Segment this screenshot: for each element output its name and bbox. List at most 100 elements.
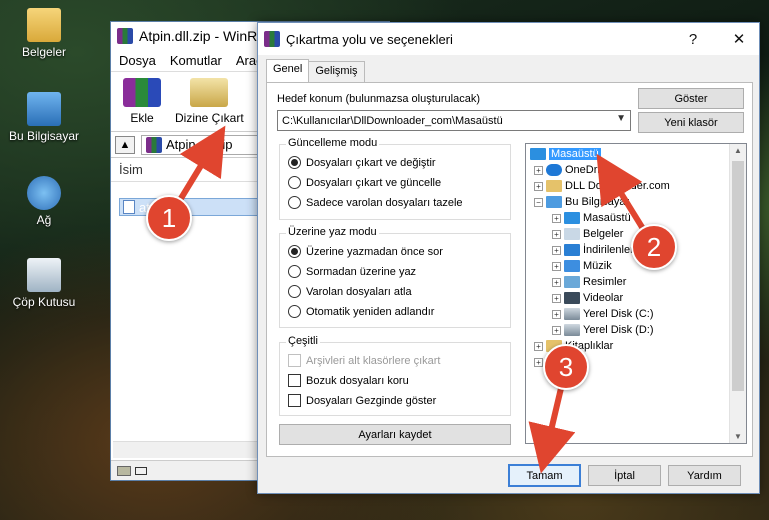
tree-node-videos[interactable]: + Videolar [552, 290, 623, 306]
tree-node-label: Videolar [583, 292, 624, 304]
tree-node-drive-d[interactable]: + Yerel Disk (D:) [552, 322, 654, 338]
scroll-up-icon[interactable]: ▲ [730, 146, 746, 155]
tab-advanced[interactable]: Gelişmiş [308, 61, 365, 82]
tab-general[interactable]: Genel [266, 59, 310, 82]
ok-button[interactable]: Tamam [508, 464, 581, 487]
tree-node-label: Bu Bilgisayar [565, 196, 630, 208]
scroll-down-icon[interactable]: ▼ [730, 432, 746, 441]
cancel-button[interactable]: İptal [588, 465, 661, 486]
radio-auto-rename[interactable]: Otomatik yeniden adlandır [288, 305, 434, 318]
expand-icon[interactable]: + [552, 293, 561, 303]
extract-folder-icon [190, 78, 229, 107]
extract-to-button[interactable]: Dizine Çıkart [171, 78, 248, 125]
tree-node-label: Resimler [583, 276, 627, 288]
tree-node-this-pc[interactable]: − Bu Bilgisayar [534, 194, 629, 210]
radio-overwrite-without-prompt[interactable]: Sormadan üzerine yaz [288, 265, 416, 278]
save-settings-button[interactable]: Ayarları kaydet [279, 424, 511, 445]
tree-node-downloads[interactable]: + İndirilenler [552, 242, 634, 258]
help-caption-button[interactable]: ? [673, 23, 713, 55]
tree-node-pc-desktop[interactable]: + Masaüstü [552, 210, 631, 226]
expand-icon[interactable]: + [552, 229, 561, 239]
tree-node-label: Müzik [583, 260, 612, 272]
chevron-down-icon[interactable]: ▼ [616, 113, 626, 124]
expand-icon[interactable]: + [552, 309, 561, 319]
radio-ask-before-overwrite[interactable]: Üzerine yazmadan önce sor [288, 245, 443, 258]
extract-to-label: Dizine Çıkart [175, 111, 244, 125]
destination-path-combo[interactable]: C:\Kullanıcılar\DllDownloader_com\Masaüs… [277, 110, 631, 131]
folder-tree[interactable]: Masaüstü + OneDrive + DLL Downloader.com… [525, 143, 747, 444]
dll-file-icon [123, 200, 135, 214]
tab-bar: Genel Gelişmiş [266, 59, 365, 82]
checkbox[interactable] [288, 374, 301, 387]
expand-icon[interactable]: + [534, 165, 543, 175]
radio-button[interactable] [288, 156, 301, 169]
add-button[interactable]: Ekle [119, 78, 165, 125]
tree-node-onedrive[interactable]: + OneDrive [534, 162, 611, 178]
path-text: Atpin.dll.zip [166, 137, 233, 152]
tree-node-music[interactable]: + Müzik [552, 258, 612, 274]
tree-vertical-scrollbar[interactable]: ▲ ▼ [729, 144, 746, 443]
step-2-badge: 2 [631, 224, 677, 270]
desktop-icon-label: Belgeler [21, 45, 67, 59]
radio-extract-update[interactable]: Dosyaları çıkart ve güncelle [288, 176, 441, 189]
tree-node-label: Belgeler [583, 228, 624, 240]
radio-button[interactable] [288, 196, 301, 209]
expand-icon[interactable]: + [534, 357, 543, 367]
step-3-badge: 3 [543, 344, 589, 390]
radio-button[interactable] [288, 285, 301, 298]
radio-button[interactable] [288, 176, 301, 189]
checkbox[interactable] [288, 394, 301, 407]
tree-node-user[interactable]: + DLL Downloader.com [534, 178, 670, 194]
expand-icon[interactable]: + [552, 245, 561, 255]
collapse-icon[interactable]: − [534, 197, 543, 207]
tree-node-desktop[interactable]: Masaüstü [530, 146, 601, 162]
tree-node-label: Yerel Disk (D:) [583, 324, 654, 336]
checkbox-show-in-explorer[interactable]: Dosyaları Gezginde göster [288, 394, 436, 407]
extract-dialog: Çıkartma yolu ve seçenekleri ? ✕ Genel G… [257, 22, 760, 494]
winrar-icon [117, 28, 133, 44]
tree-node-drive-c[interactable]: + Yerel Disk (C:) [552, 306, 654, 322]
misc-group: Çeşitli Arşivleri alt klasörlere çıkart … [279, 335, 511, 416]
scroll-thumb[interactable] [732, 161, 744, 391]
checkbox-keep-broken[interactable]: Bozuk dosyaları koru [288, 374, 409, 387]
computer-icon [546, 196, 562, 208]
desktop-icon-recycle-bin[interactable]: Çöp Kutusu [4, 258, 84, 309]
expand-icon[interactable]: + [534, 341, 543, 351]
close-button[interactable]: ✕ [719, 23, 759, 55]
expand-icon[interactable]: + [552, 277, 561, 287]
desktop-icon-documents[interactable]: Belgeler [4, 8, 84, 59]
desktop-icon [530, 148, 546, 160]
radio-skip-existing[interactable]: Varolan dosyaları atla [288, 285, 412, 298]
show-button[interactable]: Göster [638, 88, 744, 109]
overwrite-mode-group: Üzerine yaz modu Üzerine yazmadan önce s… [279, 226, 511, 328]
radio-button[interactable] [288, 245, 301, 258]
menu-item-file[interactable]: Dosya [119, 53, 156, 68]
radio-refresh-existing[interactable]: Sadece varolan dosyaları tazele [288, 196, 463, 209]
dialog-title: Çıkartma yolu ve seçenekleri [286, 31, 453, 47]
tree-node-label: Yerel Disk (C:) [583, 308, 654, 320]
expand-icon[interactable]: + [552, 325, 561, 335]
add-label: Ekle [130, 111, 154, 125]
radio-button[interactable] [288, 265, 301, 278]
desktop-icon-computer[interactable]: Bu Bilgisayar [4, 92, 84, 143]
tree-node-documents[interactable]: + Belgeler [552, 226, 623, 242]
radio-button[interactable] [288, 305, 301, 318]
radio-extract-replace[interactable]: Dosyaları çıkart ve değiştir [288, 156, 436, 169]
documents-folder-icon [27, 8, 61, 42]
destination-label: Hedef konum (bulunmazsa oluşturulacak) [277, 93, 480, 105]
tree-node-label: İndirilenler [583, 244, 634, 256]
new-folder-button[interactable]: Yeni klasör [638, 112, 744, 133]
network-icon [27, 176, 61, 210]
menu-item-commands[interactable]: Komutlar [170, 53, 222, 68]
up-folder-button[interactable]: ▲ [115, 135, 135, 154]
add-archive-icon [123, 78, 161, 107]
expand-icon[interactable]: + [534, 181, 543, 191]
expand-icon[interactable]: + [552, 213, 561, 223]
dialog-titlebar[interactable]: Çıkartma yolu ve seçenekleri ? ✕ [258, 23, 759, 55]
help-button[interactable]: Yardım [668, 465, 741, 486]
tree-node-label: Masaüstü [549, 148, 601, 160]
drive-icon [564, 324, 580, 336]
tree-node-pictures[interactable]: + Resimler [552, 274, 626, 290]
desktop-icon-network[interactable]: Ağ [4, 176, 84, 227]
expand-icon[interactable]: + [552, 261, 561, 271]
